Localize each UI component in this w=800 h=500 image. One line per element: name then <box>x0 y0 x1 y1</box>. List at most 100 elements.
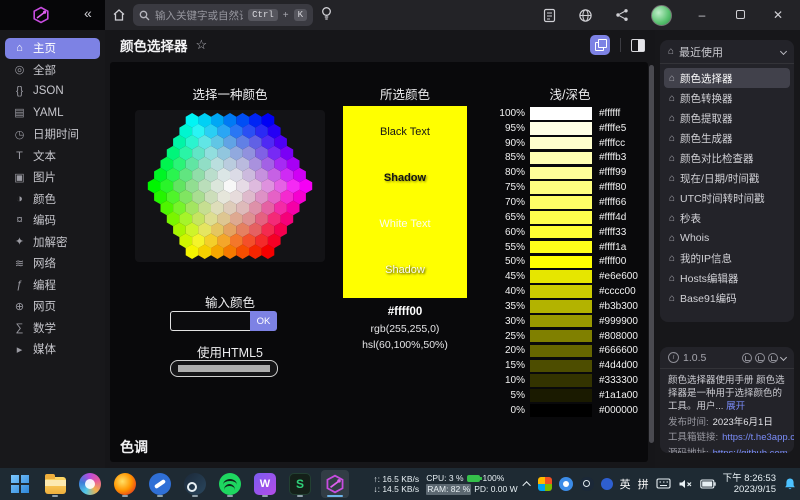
recent-item[interactable]: ⌂颜色对比检查器 <box>664 148 790 168</box>
recent-item[interactable]: ⌂颜色提取器 <box>664 108 790 128</box>
network-speed[interactable]: ↑: 16.5 KB/s ↓: 14.5 KB/s <box>373 474 419 495</box>
battery-icon[interactable] <box>700 479 716 489</box>
shade-row[interactable]: 30%#999900 <box>488 314 646 329</box>
shade-swatch[interactable] <box>530 270 592 283</box>
sidebar-item-web[interactable]: ⊕网页 <box>5 296 100 317</box>
recent-item[interactable]: ⌂Base91编码 <box>664 288 790 308</box>
version-row-link[interactable]: https://t.he3app.co.. <box>722 431 794 444</box>
changelog-icon[interactable] <box>543 8 556 23</box>
close-button[interactable]: ✕ <box>770 8 786 22</box>
tray-steam-icon[interactable] <box>580 477 594 491</box>
taskbar-spotify-icon[interactable] <box>216 470 244 498</box>
sidebar-item-home[interactable]: ⌂主页 <box>5 38 100 59</box>
shade-row[interactable]: 85%#ffffb3 <box>488 151 646 166</box>
sidebar-item-media[interactable]: ▸媒体 <box>5 339 100 360</box>
sidebar-item-all[interactable]: ◎全部 <box>5 60 100 81</box>
shade-swatch[interactable] <box>530 374 592 387</box>
ime-language-indicator[interactable]: 英 <box>620 476 631 492</box>
taskbar-blue-icon[interactable] <box>146 470 174 498</box>
recent-header[interactable]: ⌂ 最近使用 <box>660 40 794 64</box>
shade-swatch[interactable] <box>530 404 592 417</box>
shade-swatch[interactable] <box>530 345 592 358</box>
touch-keyboard-icon[interactable] <box>656 478 671 490</box>
shade-row[interactable]: 40%#cccc00 <box>488 284 646 299</box>
sidebar-item-text[interactable]: T文本 <box>5 146 100 167</box>
language-globe-icon[interactable] <box>578 8 593 23</box>
shade-swatch[interactable] <box>530 330 592 343</box>
github-icon[interactable] <box>768 353 778 363</box>
sidebar-item-datetime[interactable]: ◷日期时间 <box>5 124 100 145</box>
color-input[interactable] <box>170 311 250 331</box>
sidebar-item-encode[interactable]: ¤编码 <box>5 210 100 231</box>
system-monitor[interactable]: CPU: 3 % 100% RAM: 82 % PD: 0.00 W <box>426 473 517 495</box>
taskbar-explorer-icon[interactable] <box>41 470 69 498</box>
recent-item[interactable]: ⌂颜色生成器 <box>664 128 790 148</box>
shade-swatch[interactable] <box>530 137 592 150</box>
shade-row[interactable]: 15%#4d4d00 <box>488 358 646 373</box>
lightbulb-icon[interactable] <box>320 6 333 21</box>
globe-icon[interactable] <box>755 353 765 363</box>
shade-swatch[interactable] <box>530 300 592 313</box>
shade-row[interactable]: 90%#ffffcc <box>488 136 646 151</box>
shade-swatch[interactable] <box>530 107 592 120</box>
collapse-sidebar-button[interactable]: « <box>84 5 92 21</box>
ime-mode-indicator[interactable]: 拼 <box>638 476 649 492</box>
version-row-link[interactable]: https://github.com... <box>713 447 794 454</box>
shade-row[interactable]: 75%#ffff80 <box>488 180 646 195</box>
snippet-badge-icon[interactable] <box>590 35 610 55</box>
hidden-icons-chevron[interactable] <box>522 481 530 489</box>
recent-item[interactable]: ⌂颜色选择器 <box>664 68 790 88</box>
recent-item[interactable]: ⌂Hosts编辑器 <box>664 268 790 288</box>
shade-swatch[interactable] <box>530 211 592 224</box>
shade-swatch[interactable] <box>530 241 592 254</box>
taskbar-start-icon[interactable] <box>6 470 34 498</box>
recent-item[interactable]: ⌂秒表 <box>664 208 790 228</box>
home-icon[interactable] <box>110 6 128 24</box>
chevron-down-icon[interactable] <box>780 354 787 361</box>
hex-color-picker[interactable] <box>135 110 325 262</box>
sidebar-item-image[interactable]: ▣图片 <box>5 167 100 188</box>
shade-swatch[interactable] <box>530 389 592 402</box>
shade-row[interactable]: 95%#ffffe5 <box>488 121 646 136</box>
notification-bell-icon[interactable] <box>783 477 797 491</box>
clock[interactable]: 下午 8:26:53 2023/9/15 <box>723 473 776 495</box>
scrollbar-thumb[interactable] <box>649 65 654 443</box>
shade-row[interactable]: 10%#333300 <box>488 373 646 388</box>
shade-row[interactable]: 100%#ffffff <box>488 106 646 121</box>
tray-app-icon[interactable] <box>601 478 613 490</box>
main-scrollbar[interactable] <box>649 62 654 462</box>
shade-row[interactable]: 65%#ffff4d <box>488 210 646 225</box>
recent-item[interactable]: ⌂我的IP信息 <box>664 248 790 268</box>
shade-row[interactable]: 0%#000000 <box>488 403 646 418</box>
shade-row[interactable]: 55%#ffff1a <box>488 240 646 255</box>
history-icon[interactable] <box>742 353 752 363</box>
shade-swatch[interactable] <box>530 226 592 239</box>
shade-swatch[interactable] <box>530 122 592 135</box>
recent-item[interactable]: ⌂现在/日期/时间戳 <box>664 168 790 188</box>
sidebar-item-code[interactable]: ƒ编程 <box>5 275 100 296</box>
sidebar-item-crypto[interactable]: ✦加解密 <box>5 232 100 253</box>
recent-item[interactable]: ⌂颜色转换器 <box>664 88 790 108</box>
taskbar-wapp-icon[interactable]: W <box>251 470 279 498</box>
panel-toggle-icon[interactable] <box>631 39 645 52</box>
shade-row[interactable]: 35%#b3b300 <box>488 299 646 314</box>
sidebar-item-json[interactable]: {}JSON <box>5 81 100 102</box>
sidebar-item-math[interactable]: ∑数学 <box>5 318 100 339</box>
expand-link[interactable]: 展开 <box>726 401 745 412</box>
share-icon[interactable] <box>615 8 629 22</box>
shade-swatch[interactable] <box>530 152 592 165</box>
shade-swatch[interactable] <box>530 360 592 373</box>
recent-item[interactable]: ⌂UTC时间转时间戳 <box>664 188 790 208</box>
shade-swatch[interactable] <box>530 167 592 180</box>
html5-color-button[interactable] <box>170 360 278 377</box>
recent-item[interactable]: ⌂Whois <box>664 228 790 248</box>
ok-button[interactable]: OK <box>250 311 277 331</box>
shade-swatch[interactable] <box>530 256 592 269</box>
tray-app-icon[interactable] <box>538 477 552 491</box>
shade-row[interactable]: 45%#e6e600 <box>488 269 646 284</box>
shade-swatch[interactable] <box>530 181 592 194</box>
shade-row[interactable]: 80%#ffff99 <box>488 165 646 180</box>
shade-swatch[interactable] <box>530 285 592 298</box>
taskbar-firefox-icon[interactable] <box>111 470 139 498</box>
shade-row[interactable]: 60%#ffff33 <box>488 225 646 240</box>
